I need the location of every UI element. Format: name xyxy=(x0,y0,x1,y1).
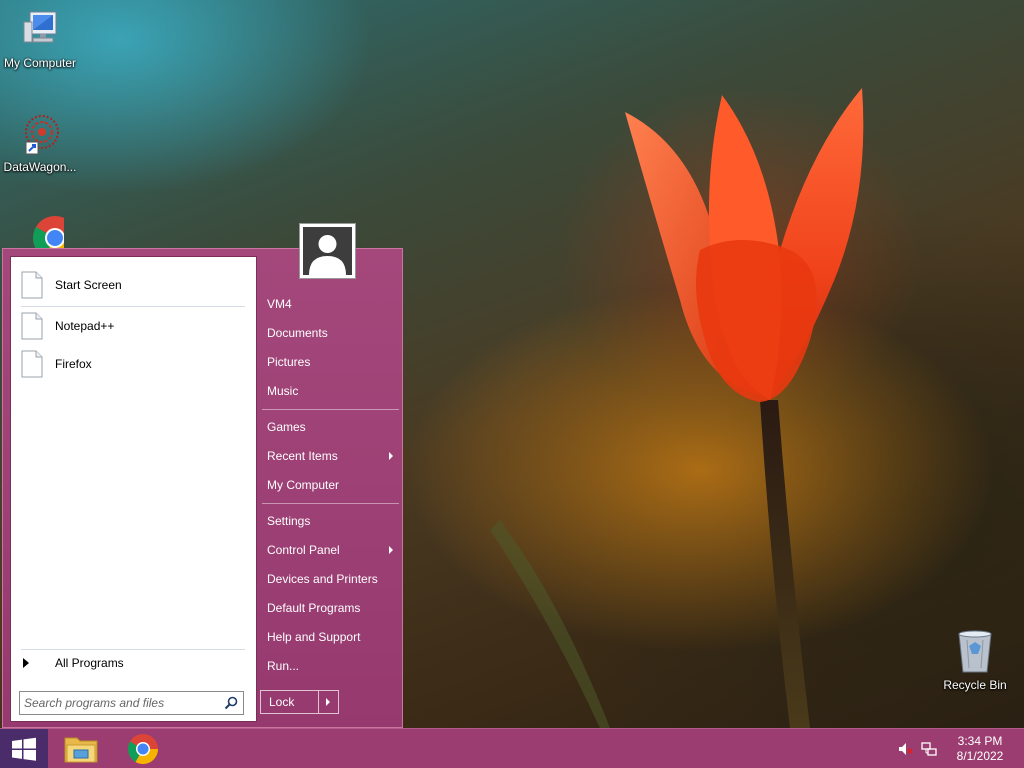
start-button[interactable] xyxy=(0,729,48,768)
start-menu-programs-pane: Start Screen Notepad++ Firefox All Progr… xyxy=(10,256,257,722)
power-button-group: Lock xyxy=(260,690,339,714)
places-item-games[interactable]: Games xyxy=(267,415,397,439)
search-icon[interactable] xyxy=(224,696,238,710)
document-icon xyxy=(21,312,43,340)
places-item-settings[interactable]: Settings xyxy=(267,509,397,533)
taskbar-file-explorer[interactable] xyxy=(54,731,108,767)
programs-separator xyxy=(21,306,245,307)
places-item-label: My Computer xyxy=(267,478,340,492)
all-programs-separator xyxy=(21,649,245,650)
user-avatar-icon xyxy=(303,227,352,275)
power-options-arrow-button[interactable] xyxy=(319,691,338,713)
program-item-label: Firefox xyxy=(55,357,92,371)
places-item-pictures[interactable]: Pictures xyxy=(267,350,397,374)
places-item-vm4[interactable]: VM4 xyxy=(267,292,397,316)
desktop-icon-my-computer[interactable]: My Computer xyxy=(0,6,80,70)
network-icon[interactable] xyxy=(921,741,937,757)
lock-button[interactable]: Lock xyxy=(261,691,319,713)
places-item-label: Music xyxy=(267,384,299,398)
desktop-icon-label: Recycle Bin xyxy=(943,678,1007,692)
places-item-label: Recent Items xyxy=(267,449,338,463)
taskbar-chrome[interactable] xyxy=(116,731,170,767)
places-item-control-panel[interactable]: Control Panel xyxy=(267,538,397,562)
computer-icon xyxy=(16,6,64,54)
places-separator xyxy=(262,503,399,504)
volume-muted-icon[interactable] xyxy=(897,741,913,757)
all-programs-button[interactable]: All Programs xyxy=(19,652,247,674)
places-item-label: Run... xyxy=(267,659,300,673)
places-item-label: Help and Support xyxy=(267,630,361,644)
desktop-icon-label: DataWagon... xyxy=(3,160,77,174)
file-explorer-icon xyxy=(64,737,98,763)
places-item-label: Documents xyxy=(267,326,328,340)
taskbar: 3:34 PM 8/1/2022 xyxy=(0,728,1024,768)
places-item-recent-items[interactable]: Recent Items xyxy=(267,444,397,468)
chrome-icon xyxy=(127,734,158,765)
user-picture[interactable] xyxy=(299,223,356,279)
places-item-documents[interactable]: Documents xyxy=(267,321,397,345)
document-icon xyxy=(21,350,43,378)
program-item-label: Notepad++ xyxy=(55,319,115,333)
submenu-arrow-icon xyxy=(389,546,393,554)
expand-arrow-icon xyxy=(23,658,29,668)
places-item-my-computer[interactable]: My Computer xyxy=(267,473,397,497)
document-icon xyxy=(21,271,43,299)
places-item-label: Settings xyxy=(267,514,311,528)
places-item-help-and-support[interactable]: Help and Support xyxy=(267,625,397,649)
places-item-label: VM4 xyxy=(267,297,292,311)
places-item-label: Default Programs xyxy=(267,601,361,615)
taskbar-clock[interactable]: 3:34 PM 8/1/2022 xyxy=(940,734,1020,764)
places-item-devices-and-printers[interactable]: Devices and Printers xyxy=(267,567,397,591)
program-item-start-screen[interactable]: Start Screen xyxy=(19,267,247,303)
places-item-label: Devices and Printers xyxy=(267,572,378,586)
desktop-icon-label: My Computer xyxy=(3,56,77,70)
places-item-label: Control Panel xyxy=(267,543,340,557)
places-item-label: Pictures xyxy=(267,355,311,369)
program-item-notepadpp[interactable]: Notepad++ xyxy=(19,308,247,344)
all-programs-label: All Programs xyxy=(55,656,124,670)
start-menu-places-pane: VM4 Documents Pictures Music Games Recen… xyxy=(258,249,404,729)
clock-time: 3:34 PM xyxy=(957,734,1003,748)
windows-logo-icon xyxy=(12,737,36,761)
places-item-default-programs[interactable]: Default Programs xyxy=(267,596,397,620)
submenu-arrow-icon xyxy=(389,452,393,460)
search-box[interactable] xyxy=(19,691,244,715)
places-item-music[interactable]: Music xyxy=(267,379,397,403)
desktop-icon-recycle-bin[interactable]: Recycle Bin xyxy=(935,628,1015,692)
start-menu: Start Screen Notepad++ Firefox All Progr… xyxy=(2,248,403,728)
places-separator xyxy=(262,409,399,410)
datawagon-icon xyxy=(16,110,64,158)
desktop-icon-datawagon[interactable]: DataWagon... xyxy=(0,110,80,174)
search-input[interactable] xyxy=(24,693,219,713)
program-item-firefox[interactable]: Firefox xyxy=(19,346,247,382)
clock-date: 8/1/2022 xyxy=(956,749,1004,763)
program-item-label: Start Screen xyxy=(55,278,122,292)
recycle-bin-icon xyxy=(951,628,999,676)
places-item-label: Games xyxy=(267,420,306,434)
places-item-run[interactable]: Run... xyxy=(267,654,397,678)
